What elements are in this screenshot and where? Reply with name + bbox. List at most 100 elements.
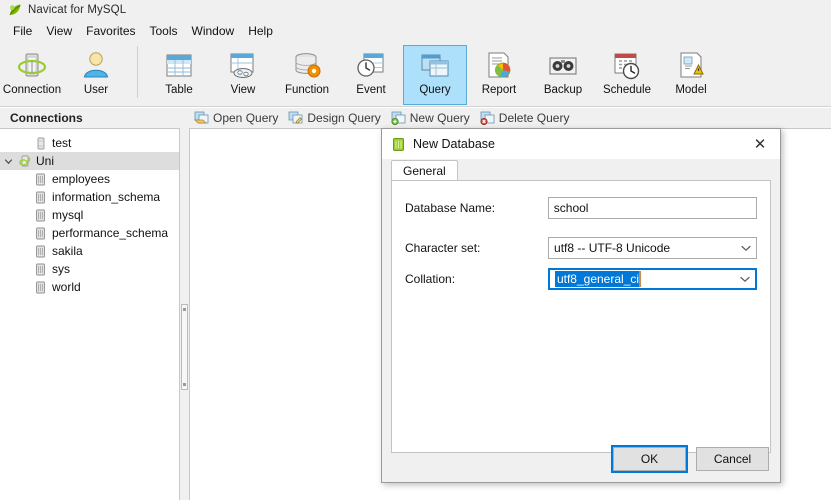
menu-bar: File View Favorites Tools Window Help bbox=[0, 20, 831, 42]
tab-panel-general: Database Name: Character set: utf8 -- UT… bbox=[391, 180, 771, 453]
connections-header: Connections bbox=[10, 111, 83, 125]
tree-item-test[interactable]: test bbox=[0, 134, 179, 152]
tree-label-sakila: sakila bbox=[52, 244, 83, 258]
database-grey-icon bbox=[32, 263, 49, 276]
toolbar-label-function: Function bbox=[284, 84, 330, 96]
toolbar-button-event[interactable]: Event bbox=[339, 45, 403, 105]
design-query-button[interactable]: Design Query bbox=[284, 110, 386, 126]
field-row-database-name: Database Name: bbox=[405, 197, 757, 219]
sidebar-splitter[interactable] bbox=[180, 128, 189, 500]
ok-button[interactable]: OK bbox=[611, 444, 688, 473]
app-window: Navicat for MySQL File View Favorites To… bbox=[0, 0, 831, 500]
schedule-icon bbox=[610, 50, 644, 82]
connection-grey-icon bbox=[32, 137, 49, 150]
database-grey-icon bbox=[32, 227, 49, 240]
tree-label-mysql: mysql bbox=[52, 208, 84, 222]
view-icon bbox=[226, 50, 260, 82]
tree-item-performance-schema[interactable]: performance_schema bbox=[0, 224, 179, 242]
chevron-down-icon[interactable] bbox=[736, 245, 756, 252]
toolbar-button-model[interactable]: Model bbox=[659, 45, 723, 105]
tree-item-sys[interactable]: sys bbox=[0, 260, 179, 278]
dialog-tabstrip: General bbox=[391, 159, 771, 181]
tree-item-sakila[interactable]: sakila bbox=[0, 242, 179, 260]
tree-label-employees: employees bbox=[52, 172, 111, 186]
toolbar-label-backup: Backup bbox=[543, 84, 583, 96]
open-query-icon bbox=[194, 111, 209, 125]
toolbar-group-connection: Connection User bbox=[0, 42, 128, 105]
design-query-icon bbox=[288, 111, 303, 125]
toolbar-label-user: User bbox=[83, 84, 109, 96]
tree-item-mysql[interactable]: mysql bbox=[0, 206, 179, 224]
table-icon bbox=[162, 50, 196, 82]
toolbar-label-connection: Connection bbox=[2, 84, 62, 96]
toolbar-button-function[interactable]: Function bbox=[275, 45, 339, 105]
query-icon bbox=[418, 50, 452, 82]
label-collation: Collation: bbox=[405, 272, 456, 286]
main-toolbar: Connection User Table View Function Even… bbox=[0, 42, 831, 107]
event-icon bbox=[354, 50, 388, 82]
cancel-button[interactable]: Cancel bbox=[696, 446, 769, 471]
database-green-icon bbox=[391, 137, 406, 152]
tab-general[interactable]: General bbox=[391, 160, 458, 181]
tree-label-performance-schema: performance_schema bbox=[52, 226, 169, 240]
delete-query-button[interactable]: Delete Query bbox=[476, 110, 576, 126]
database-grey-icon bbox=[32, 245, 49, 258]
tree-item-uni[interactable]: Uni bbox=[0, 152, 179, 170]
character-set-select[interactable]: utf8 -- UTF-8 Unicode bbox=[548, 237, 757, 259]
object-toolbar: Connections Open Query Design Query New … bbox=[0, 108, 831, 128]
collation-value: utf8_general_ci bbox=[554, 271, 642, 287]
chevron-down-icon[interactable] bbox=[735, 276, 755, 283]
toolbar-button-user[interactable]: User bbox=[64, 45, 128, 105]
menu-item-view[interactable]: View bbox=[39, 22, 79, 40]
menu-item-file[interactable]: File bbox=[6, 22, 39, 40]
query-actions: Open Query Design Query New Query Delete… bbox=[183, 110, 575, 126]
tree-item-employees[interactable]: employees bbox=[0, 170, 179, 188]
connection-green-icon bbox=[16, 155, 33, 168]
chevron-down-icon[interactable] bbox=[0, 157, 16, 166]
open-query-button[interactable]: Open Query bbox=[190, 110, 284, 126]
toolbar-label-query: Query bbox=[419, 84, 451, 96]
dialog-body: General Database Name: Character set: ut… bbox=[382, 159, 780, 453]
menu-item-tools[interactable]: Tools bbox=[143, 22, 185, 40]
character-set-value: utf8 -- UTF-8 Unicode bbox=[554, 241, 671, 255]
toolbar-button-schedule[interactable]: Schedule bbox=[595, 45, 659, 105]
field-row-character-set: Character set: utf8 -- UTF-8 Unicode bbox=[405, 237, 757, 259]
connection-icon bbox=[15, 50, 49, 82]
close-icon[interactable]: ✕ bbox=[746, 131, 774, 157]
new-query-button[interactable]: New Query bbox=[387, 110, 476, 126]
design-query-label: Design Query bbox=[307, 111, 381, 125]
menu-item-window[interactable]: Window bbox=[185, 22, 242, 40]
dialog-footer: OK Cancel bbox=[382, 435, 780, 482]
new-query-label: New Query bbox=[409, 111, 470, 125]
new-query-icon bbox=[391, 111, 406, 125]
toolbar-label-table: Table bbox=[165, 84, 193, 96]
dialog-title-bar: New Database ✕ bbox=[382, 129, 780, 159]
splitter-grip[interactable] bbox=[181, 304, 188, 390]
toolbar-button-query[interactable]: Query bbox=[403, 45, 467, 105]
tree-item-world[interactable]: world bbox=[0, 278, 179, 296]
toolbar-button-connection[interactable]: Connection bbox=[0, 45, 64, 105]
database-name-input[interactable] bbox=[547, 197, 757, 219]
menu-item-help[interactable]: Help bbox=[241, 22, 280, 40]
toolbar-separator bbox=[137, 46, 138, 98]
collation-select[interactable]: utf8_general_ci bbox=[547, 268, 757, 290]
dialog-title: New Database bbox=[413, 137, 495, 151]
delete-query-label: Delete Query bbox=[498, 111, 570, 125]
tree-item-information-schema[interactable]: information_schema bbox=[0, 188, 179, 206]
toolbar-button-backup[interactable]: Backup bbox=[531, 45, 595, 105]
toolbar-button-view[interactable]: View bbox=[211, 45, 275, 105]
toolbar-label-report: Report bbox=[481, 84, 517, 96]
report-icon bbox=[482, 50, 516, 82]
field-row-collation: Collation: utf8_general_ci bbox=[405, 268, 757, 290]
label-database-name: Database Name: bbox=[405, 201, 496, 215]
connections-sidebar[interactable]: test Uni employees information_schema my… bbox=[0, 128, 180, 500]
menu-item-favorites[interactable]: Favorites bbox=[79, 22, 142, 40]
tree-label-uni: Uni bbox=[36, 154, 55, 168]
tree-label-information-schema: information_schema bbox=[52, 190, 161, 204]
database-grey-icon bbox=[32, 209, 49, 222]
tree-label-sys: sys bbox=[52, 262, 70, 276]
function-icon bbox=[290, 50, 324, 82]
toolbar-button-table[interactable]: Table bbox=[147, 45, 211, 105]
new-database-dialog: New Database ✕ General Database Name: Ch… bbox=[381, 128, 781, 483]
toolbar-button-report[interactable]: Report bbox=[467, 45, 531, 105]
